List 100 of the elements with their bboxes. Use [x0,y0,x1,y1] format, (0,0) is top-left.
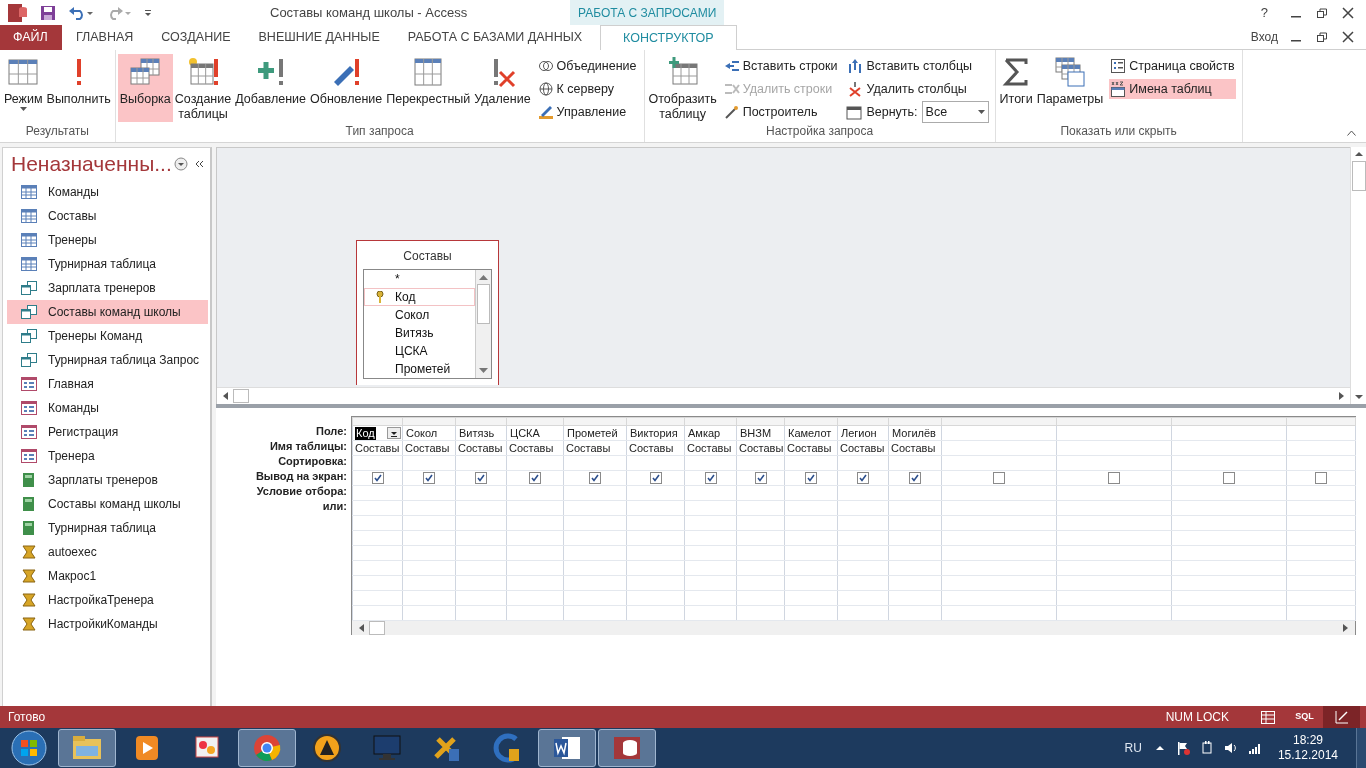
grid-cell[interactable] [684,605,737,621]
ribbon-button[interactable]: Перекрестный [384,54,473,122]
grid-cell[interactable] [1056,560,1172,576]
grid-cell[interactable]: Камелот [784,425,838,441]
ribbon-small-button[interactable]: Удалить столбцы [846,79,989,99]
show-checkbox[interactable] [993,472,1005,484]
dropdown-circle-icon[interactable] [174,157,188,171]
grid-cell[interactable] [506,545,564,561]
grid-cell[interactable] [736,485,785,501]
show-checkbox[interactable] [649,472,662,484]
grid-cell[interactable] [837,485,889,501]
grid-cell[interactable] [455,455,507,471]
grid-cell[interactable] [888,560,942,576]
grid-cell[interactable] [888,545,942,561]
show-checkbox[interactable] [1108,472,1120,484]
grid-cell[interactable] [455,575,507,591]
grid-cell[interactable] [1171,455,1287,471]
ribbon-button[interactable]: Выборка [117,54,173,122]
grid-cell[interactable] [1286,590,1356,606]
grid-cell[interactable] [563,485,627,501]
field-list-item[interactable]: Витязь [364,324,475,342]
grid-cell[interactable] [784,560,838,576]
save-icon[interactable] [40,4,56,21]
grid-cell[interactable] [888,605,942,621]
grid-cell[interactable] [888,575,942,591]
design-view-button[interactable] [1323,706,1360,728]
grid-cell[interactable] [506,500,564,516]
grid-cell[interactable] [402,530,456,546]
power-plug-icon[interactable] [1199,741,1214,755]
grid-cell[interactable] [684,470,737,486]
ribbon-small-button[interactable]: К серверу [536,79,638,99]
grid-cell[interactable] [736,575,785,591]
grid-cell[interactable] [837,560,889,576]
grid-cell[interactable] [888,455,942,471]
grid-cell[interactable] [784,455,838,471]
column-selector[interactable] [736,417,785,426]
grid-cell[interactable]: Составы [684,440,737,456]
ribbon-small-button[interactable]: Имена таблиц [1109,79,1236,99]
grid-cell[interactable] [736,500,785,516]
column-selector[interactable] [506,417,564,426]
grid-cell[interactable]: Составы [506,440,564,456]
dropdown-icon[interactable] [387,427,401,439]
grid-cell[interactable] [941,500,1057,516]
navigation-item[interactable]: Тренеры Команд [7,324,208,348]
grid-cell[interactable] [1171,605,1287,621]
ribbon-button[interactable]: Итоги [997,54,1035,122]
grid-cell[interactable] [455,545,507,561]
grid-cell[interactable] [1171,500,1287,516]
ribbon-small-button[interactable]: Построитель [722,102,839,122]
show-checkbox[interactable] [423,472,435,484]
navigation-item[interactable]: Зарплаты тренеров [7,468,208,492]
grid-cell[interactable]: ЦСКА [506,425,564,441]
grid-cell[interactable]: Составы [352,440,403,456]
restore-icon[interactable] [1316,31,1328,43]
close-icon[interactable] [1342,6,1354,19]
grid-cell[interactable] [563,545,627,561]
grid-cell[interactable] [455,470,507,486]
column-selector[interactable] [1056,417,1172,426]
ribbon-tab[interactable]: КОНСТРУКТОР [600,25,737,50]
grid-cell[interactable] [837,590,889,606]
grid-cell[interactable] [1056,440,1172,456]
ribbon-button[interactable]: Удаление [472,54,533,122]
grid-cell[interactable]: Составы [784,440,838,456]
grid-cell[interactable]: Составы [837,440,889,456]
show-checkbox[interactable] [529,472,541,484]
grid-cell[interactable] [941,575,1057,591]
grid-cell[interactable] [736,530,785,546]
show-checkbox[interactable] [1223,472,1235,484]
flag-icon[interactable] [1175,741,1190,755]
grid-cell[interactable] [1056,485,1172,501]
grid-cell[interactable] [563,515,627,531]
grid-cell[interactable] [563,605,627,621]
grid-cell[interactable] [1286,425,1356,441]
grid-cell[interactable] [736,590,785,606]
grid-cell[interactable] [941,560,1057,576]
navigation-item[interactable]: Турнирная таблица [7,516,208,540]
scroll-thumb[interactable] [1351,161,1366,191]
navigation-item[interactable]: Главная [7,372,208,396]
grid-cell[interactable]: Прометей [563,425,627,441]
grid-cell[interactable] [837,455,889,471]
collapse-ribbon-icon[interactable] [1347,130,1356,136]
grid-cell[interactable] [888,530,942,546]
table-field-list[interactable]: Составы * Код Сокол Витязь ЦСКА Прометей [356,240,499,385]
grid-cell[interactable]: ВНЗМ [736,425,785,441]
grid-cell[interactable] [626,545,685,561]
app-logo-icon[interactable] [8,3,28,22]
ribbon-button[interactable]: Режим [2,54,45,122]
grid-cell[interactable] [1056,515,1172,531]
grid-cell[interactable] [837,545,889,561]
grid-cell[interactable] [506,590,564,606]
ribbon-small-button[interactable]: Вставить столбцы [846,56,989,76]
grid-cell[interactable]: Витязь [455,425,507,441]
navigation-item[interactable]: Команды [7,396,208,420]
ribbon-tab[interactable]: СОЗДАНИЕ [147,25,245,50]
grid-cell[interactable] [402,515,456,531]
grid-cell[interactable] [455,605,507,621]
navigation-item[interactable]: Турнирная таблица [7,252,208,276]
grid-cell[interactable] [888,500,942,516]
return-dropdown[interactable]: Все [921,101,989,123]
grid-cell[interactable]: Могилёв [888,425,942,441]
